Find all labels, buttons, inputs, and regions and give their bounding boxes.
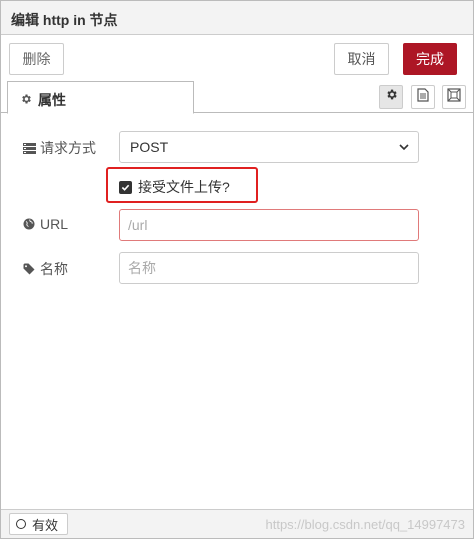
upload-checkbox-label: 接受文件上传?	[138, 179, 230, 195]
tag-icon	[21, 263, 37, 275]
name-label-row: 名称	[21, 259, 68, 279]
tab-properties[interactable]: 属性	[7, 81, 194, 114]
delete-button[interactable]: 删除	[9, 43, 64, 75]
valid-label: 有效	[32, 517, 59, 533]
tab-properties-label: 属性	[38, 92, 66, 108]
method-label-row: 请求方式	[21, 138, 96, 158]
dialog-titlebar: 编辑 http in 节点	[1, 1, 473, 35]
frame-icon	[447, 87, 461, 107]
url-label-row: URL	[21, 216, 68, 232]
valid-toggle-button[interactable]: 有效	[9, 513, 68, 535]
url-label: URL	[40, 216, 69, 232]
url-input[interactable]	[119, 209, 419, 241]
document-icon	[417, 87, 429, 107]
gear-icon	[20, 92, 34, 108]
circle-icon	[16, 519, 26, 529]
gear-icon	[385, 88, 398, 106]
settings-tab-button[interactable]	[379, 85, 403, 109]
upload-option: 接受文件上传?	[119, 177, 230, 197]
upload-checkbox[interactable]	[119, 180, 132, 194]
name-label: 名称	[40, 261, 68, 277]
watermark-text: https://blog.csdn.net/qq_14997473	[265, 517, 466, 532]
method-label: 请求方式	[40, 140, 96, 156]
appearance-tab-button[interactable]	[442, 85, 466, 109]
dialog-title: 编辑 http in 节点	[11, 12, 118, 28]
name-input[interactable]	[119, 252, 419, 284]
chevron-down-icon	[398, 140, 410, 156]
edit-node-dialog: 编辑 http in 节点 删除 取消 完成 属性 请求方式 POST 接受文件…	[0, 0, 474, 539]
dialog-footer: 有效 https://blog.csdn.net/qq_14997473	[1, 509, 473, 538]
cancel-button[interactable]: 取消	[334, 43, 389, 75]
tasks-icon	[21, 142, 37, 154]
done-button[interactable]: 完成	[403, 43, 457, 75]
description-tab-button[interactable]	[411, 85, 435, 109]
method-selected-value: POST	[130, 139, 169, 155]
method-select[interactable]: POST	[119, 131, 419, 163]
globe-icon	[21, 218, 37, 230]
